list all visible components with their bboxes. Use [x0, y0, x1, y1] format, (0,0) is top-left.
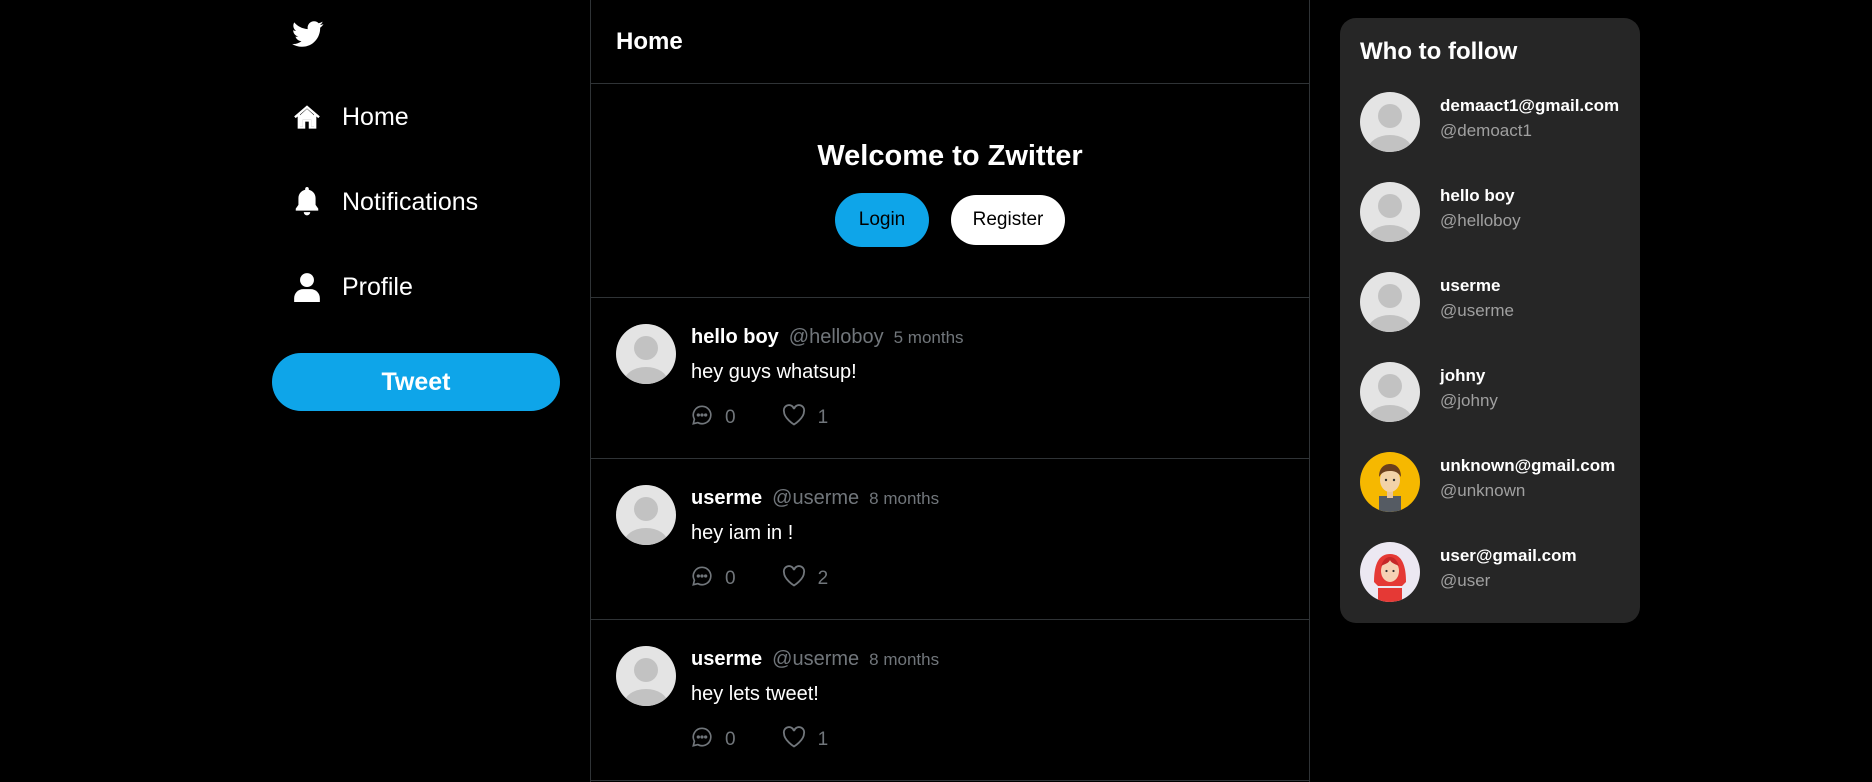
tweet-author-name[interactable]: hello boy — [691, 326, 779, 349]
like-count: 1 — [817, 407, 829, 428]
avatar[interactable] — [1360, 542, 1420, 602]
auth-buttons: Login Register — [835, 193, 1065, 247]
reply-count: 0 — [725, 729, 736, 750]
tweet-actions: 0 1 — [691, 404, 828, 432]
tweet-timestamp: 8 months — [869, 650, 940, 669]
follow-handle: @userme — [1440, 301, 1514, 320]
sidebar-item-label: Notifications — [342, 187, 479, 216]
welcome-section: Welcome to Zwitter Login Register — [591, 84, 1309, 298]
avatar[interactable] — [1360, 272, 1420, 332]
sidebar-item-label: Home — [342, 102, 409, 131]
tweet[interactable]: userme @userme 8 months hey lets tweet! … — [591, 620, 1309, 781]
avatar[interactable] — [1360, 362, 1420, 422]
who-to-follow-title: Who to follow — [1360, 38, 1518, 65]
tweet-meta: userme @userme 8 months — [691, 648, 939, 671]
tweet[interactable]: hello boy @helloboy 5 months hey guys wh… — [591, 298, 1309, 459]
sidebar-item-notifications[interactable]: Notifications — [292, 182, 478, 222]
who-to-follow-panel: Who to follow demaact1@gmail.com @demoac… — [1340, 18, 1640, 623]
welcome-heading: Welcome to Zwitter — [817, 140, 1083, 172]
twitter-bird-icon[interactable] — [292, 18, 324, 50]
login-button[interactable]: Login — [835, 193, 929, 247]
tweet-author-name[interactable]: userme — [691, 648, 762, 671]
app: Home Notifications Profile Tweet Home We… — [0, 0, 1872, 782]
follow-suggestion[interactable]: userme @userme — [1360, 272, 1630, 332]
follow-suggestion[interactable]: unknown@gmail.com @unknown — [1360, 452, 1630, 512]
like-count: 2 — [817, 568, 829, 589]
tweet-button[interactable]: Tweet — [272, 353, 560, 411]
main-feed: Home Welcome to Zwitter Login Register h… — [590, 0, 1310, 782]
like-button[interactable]: 2 — [782, 565, 829, 593]
tweet-text: hey guys whatsup! — [691, 361, 857, 383]
like-button[interactable]: 1 — [782, 726, 829, 754]
tweet-author-handle: @userme — [772, 487, 860, 509]
follow-name: userme — [1440, 276, 1501, 295]
reply-button[interactable]: 0 — [691, 565, 736, 593]
avatar[interactable] — [616, 646, 676, 706]
avatar[interactable] — [616, 485, 676, 545]
sidebar: Home Notifications Profile Tweet — [272, 0, 560, 782]
feed-header: Home — [591, 0, 1309, 84]
sidebar-item-label: Profile — [342, 272, 413, 301]
follow-name: johny — [1440, 366, 1486, 385]
page-title: Home — [616, 27, 683, 55]
avatar[interactable] — [1360, 452, 1420, 512]
tweet-text: hey iam in ! — [691, 522, 794, 544]
follow-suggestion[interactable]: johny @johny — [1360, 362, 1630, 422]
comment-icon — [691, 404, 713, 432]
reply-count: 0 — [725, 407, 736, 428]
reply-count: 0 — [725, 568, 736, 589]
sidebar-item-profile[interactable]: Profile — [292, 267, 413, 307]
follow-name: demaact1@gmail.com — [1440, 96, 1620, 115]
tweet-author-name[interactable]: userme — [691, 487, 762, 510]
tweet-meta: userme @userme 8 months — [691, 487, 939, 510]
sidebar-item-home[interactable]: Home — [292, 97, 409, 137]
tweet-author-handle: @helloboy — [788, 326, 884, 348]
follow-handle: @johny — [1440, 391, 1498, 410]
home-icon — [292, 102, 322, 132]
follow-handle: @helloboy — [1440, 211, 1521, 230]
avatar[interactable] — [616, 324, 676, 384]
register-button[interactable]: Register — [951, 195, 1065, 245]
comment-icon — [691, 726, 713, 754]
tweet[interactable]: userme @userme 8 months hey iam in ! 0 2 — [591, 459, 1309, 620]
follow-suggestion[interactable]: hello boy @helloboy — [1360, 182, 1630, 242]
comment-icon — [691, 565, 713, 593]
follow-name: hello boy — [1440, 186, 1515, 205]
tweet-timestamp: 5 months — [893, 328, 964, 347]
heart-icon — [782, 404, 806, 432]
avatar[interactable] — [1360, 92, 1420, 152]
tweet-timestamp: 8 months — [869, 489, 940, 508]
tweet-actions: 0 2 — [691, 565, 828, 593]
heart-icon — [782, 565, 806, 593]
follow-suggestion[interactable]: demaact1@gmail.com @demoact1 — [1360, 92, 1630, 152]
reply-button[interactable]: 0 — [691, 404, 736, 432]
user-icon — [292, 272, 322, 302]
heart-icon — [782, 726, 806, 754]
tweet-author-handle: @userme — [772, 648, 860, 670]
like-button[interactable]: 1 — [782, 404, 829, 432]
follow-handle: @demoact1 — [1440, 121, 1532, 140]
tweet-text: hey lets tweet! — [691, 683, 819, 705]
tweet-meta: hello boy @helloboy 5 months — [691, 326, 964, 349]
reply-button[interactable]: 0 — [691, 726, 736, 754]
bell-icon — [292, 187, 322, 217]
follow-name: user@gmail.com — [1440, 546, 1577, 565]
avatar[interactable] — [1360, 182, 1420, 242]
follow-suggestion[interactable]: user@gmail.com @user — [1360, 542, 1630, 602]
tweet-actions: 0 1 — [691, 726, 828, 754]
follow-handle: @user — [1440, 571, 1491, 590]
follow-name: unknown@gmail.com — [1440, 456, 1616, 475]
like-count: 1 — [817, 729, 829, 750]
follow-handle: @unknown — [1440, 481, 1526, 500]
